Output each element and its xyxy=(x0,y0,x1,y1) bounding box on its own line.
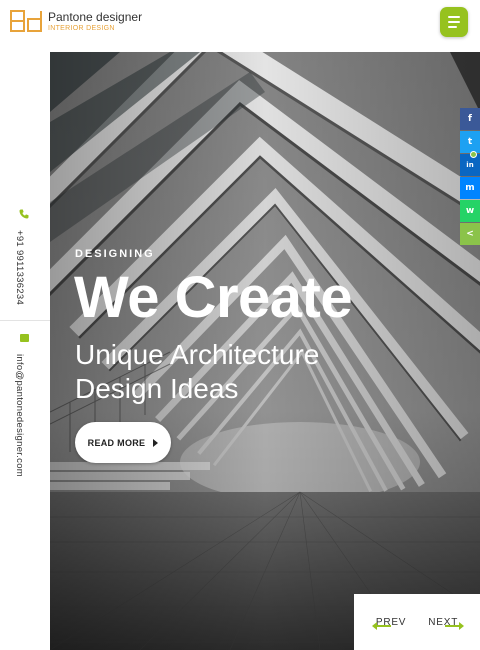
social-share-bar: f t in m w < xyxy=(460,108,480,246)
facebook-icon[interactable]: f xyxy=(460,108,480,130)
brand-name: Pantone designer xyxy=(48,9,143,24)
hero-subline: Unique Architecture Design Ideas xyxy=(75,338,319,406)
hero-subline-line-2: Design Ideas xyxy=(75,373,239,404)
next-button[interactable]: NEXT xyxy=(428,617,465,630)
phone-icon xyxy=(19,209,29,219)
play-arrow-icon xyxy=(153,438,159,447)
slider-navigation: PREV NEXT xyxy=(354,594,480,650)
logo-mark-icon xyxy=(10,10,42,32)
prev-button[interactable]: PREV xyxy=(371,617,406,630)
brand-logo[interactable]: Pantone designer INTERIOR DESIGN xyxy=(10,8,142,34)
arrow-left-icon xyxy=(371,621,391,630)
linkedin-icon[interactable]: in xyxy=(460,154,480,176)
phone-number[interactable]: +91 9911336234 xyxy=(14,230,25,305)
menu-button[interactable] xyxy=(440,7,468,37)
read-more-button[interactable]: READ MORE xyxy=(75,422,171,463)
hero-headline: We Create xyxy=(74,265,353,330)
rail-divider xyxy=(0,320,50,321)
mail-icon xyxy=(20,334,29,342)
twitter-icon[interactable]: t xyxy=(460,131,480,153)
share-icon[interactable]: < xyxy=(460,223,480,245)
contact-rail: +91 9911336234 info@pantonedesigner.com xyxy=(0,52,50,650)
notification-dot xyxy=(470,151,477,158)
brand-tagline: INTERIOR DESIGN xyxy=(48,24,115,32)
messenger-icon[interactable]: m xyxy=(460,177,480,199)
hero-subline-line-1: Unique Architecture xyxy=(75,339,320,370)
site-header: Pantone designer INTERIOR DESIGN xyxy=(0,0,480,52)
arrow-right-icon xyxy=(445,621,465,630)
read-more-label: READ MORE xyxy=(87,437,146,448)
whatsapp-icon[interactable]: w xyxy=(460,200,480,222)
hero-slider: DESIGNING We Create Unique Architecture … xyxy=(50,52,480,650)
hamburger-menu-icon xyxy=(448,16,460,18)
email-address[interactable]: info@pantonedesigner.com xyxy=(14,354,25,477)
hero-eyebrow: DESIGNING xyxy=(75,248,155,260)
